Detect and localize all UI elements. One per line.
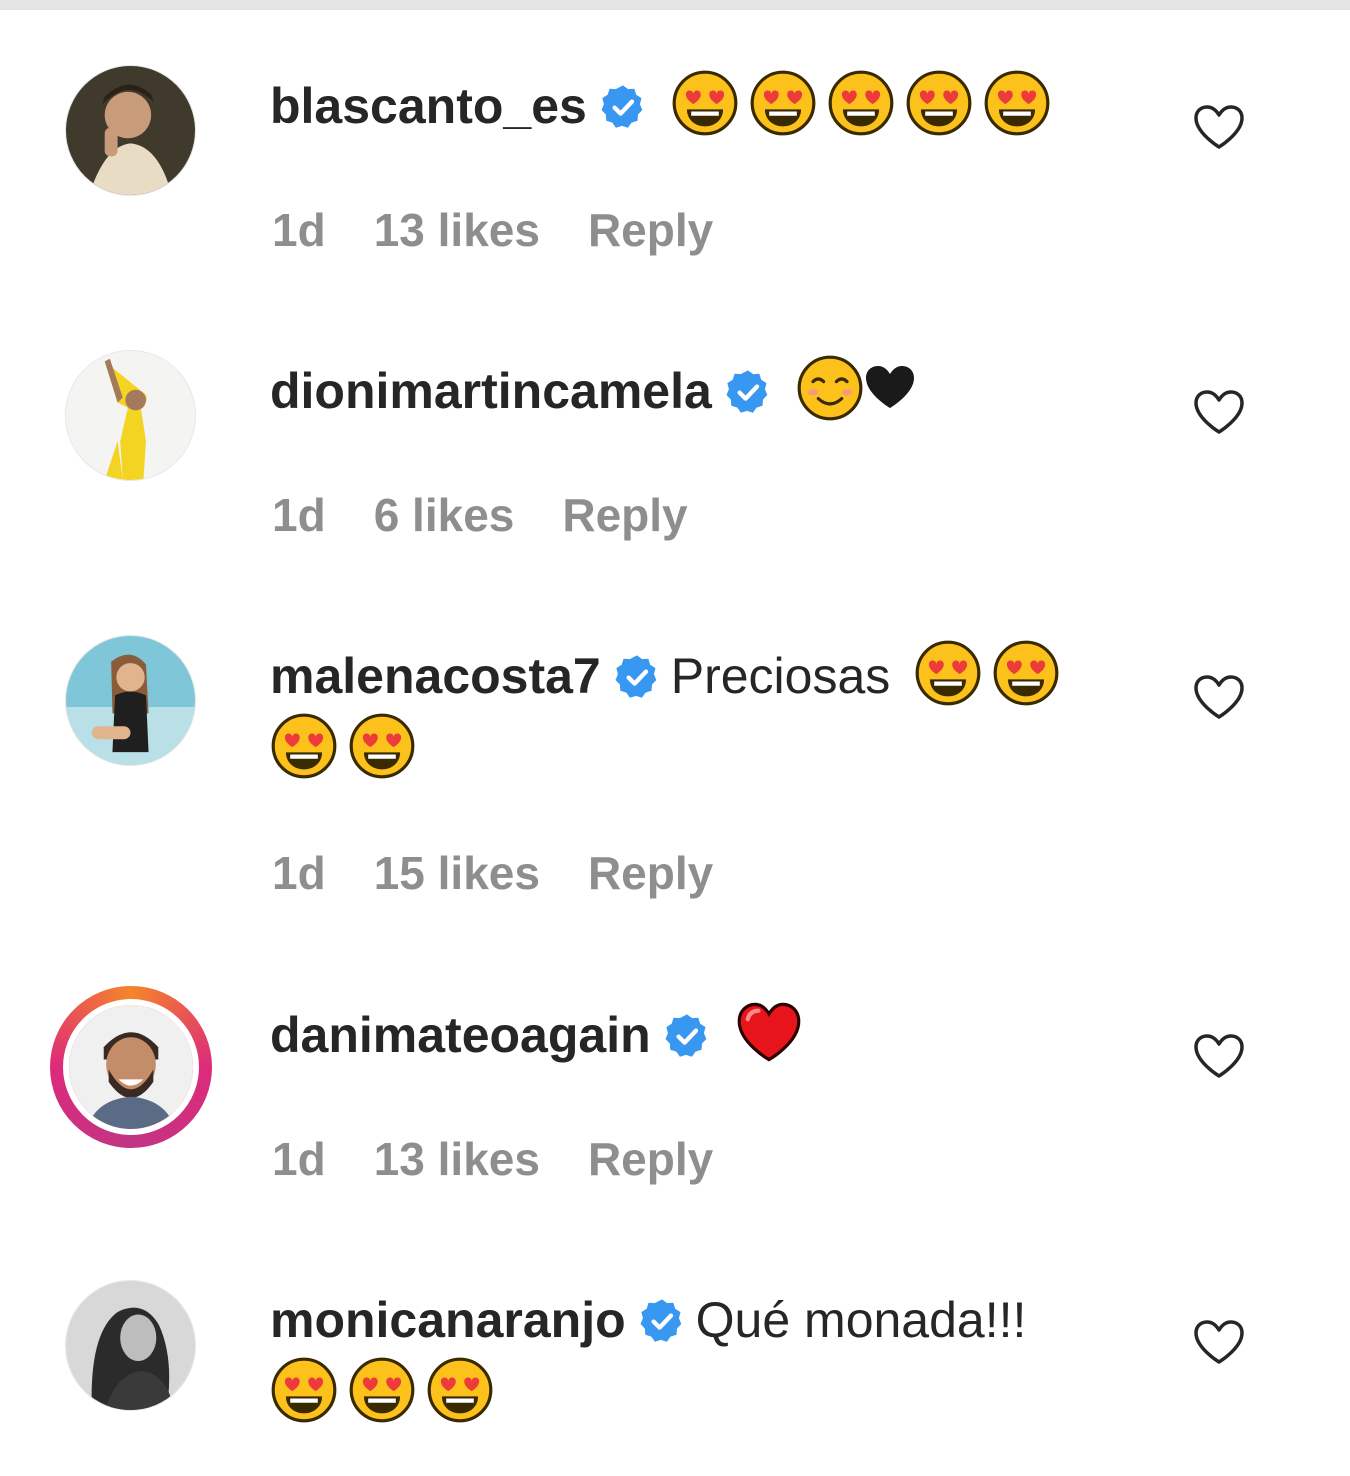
comment-likes[interactable]: 13 likes: [374, 1133, 540, 1185]
comment-meta: 1d 6 likes Reply: [272, 488, 736, 542]
reply-button[interactable]: Reply: [562, 489, 687, 541]
comment-username[interactable]: blascanto_es: [270, 78, 587, 134]
verified-badge-icon: [663, 1012, 711, 1060]
heart-eyes-emoji-icon: [983, 69, 1051, 137]
avatar[interactable]: [63, 999, 199, 1135]
avatar[interactable]: [65, 350, 196, 481]
verified-badge-icon: [724, 368, 772, 416]
heart-eyes-emoji-icon: [671, 69, 739, 137]
heart-outline-icon[interactable]: [1192, 673, 1246, 721]
comment-likes[interactable]: 13 likes: [374, 204, 540, 256]
heart-eyes-emoji-icon: [827, 69, 895, 137]
comment-username[interactable]: monicanaranjo: [270, 1292, 626, 1348]
comment-text: Qué monada!!!: [695, 1292, 1027, 1348]
comment-username[interactable]: dionimartincamela: [270, 363, 712, 419]
comment-time[interactable]: 1d: [272, 1133, 326, 1185]
avatar[interactable]: [65, 1280, 196, 1411]
verified-badge-icon: [599, 83, 647, 131]
reply-button[interactable]: Reply: [588, 847, 713, 899]
heart-outline-icon[interactable]: [1192, 103, 1246, 151]
comment-username[interactable]: malenacosta7: [270, 648, 601, 704]
heart-outline-icon[interactable]: [1192, 388, 1246, 436]
verified-badge-icon: [613, 653, 661, 701]
reply-button[interactable]: Reply: [588, 1133, 713, 1185]
heart-eyes-emoji-icon: [348, 712, 416, 780]
avatar[interactable]: [65, 635, 196, 766]
comment-meta: 1d 15 likes Reply: [272, 846, 761, 900]
story-ring[interactable]: [50, 986, 212, 1148]
avatar[interactable]: [65, 65, 196, 196]
comment-time[interactable]: 1d: [272, 204, 326, 256]
comment-time[interactable]: 1d: [272, 489, 326, 541]
comment-username[interactable]: danimateoagain: [270, 1007, 651, 1063]
top-divider: [0, 0, 1350, 10]
heart-eyes-emoji-icon: [914, 639, 982, 707]
comment-meta: 1d 13 likes Reply: [272, 203, 761, 257]
heart-eyes-emoji-icon: [426, 1356, 494, 1424]
verified-badge-icon: [638, 1297, 686, 1345]
comment-text: Preciosas: [670, 648, 891, 704]
black-heart-emoji-icon: [862, 354, 918, 422]
red-heart-emoji-icon: [735, 998, 803, 1066]
reply-button[interactable]: Reply: [588, 204, 713, 256]
heart-eyes-emoji-icon: [270, 1356, 338, 1424]
heart-eyes-emoji-icon: [270, 712, 338, 780]
heart-eyes-emoji-icon: [348, 1356, 416, 1424]
comment-meta: 1d 13 likes Reply: [272, 1132, 761, 1186]
heart-eyes-emoji-icon: [749, 69, 817, 137]
heart-eyes-emoji-icon: [905, 69, 973, 137]
comment-time[interactable]: 1d: [272, 847, 326, 899]
heart-eyes-emoji-icon: [992, 639, 1060, 707]
smiling-face-emoji-icon: [796, 354, 864, 422]
heart-outline-icon[interactable]: [1192, 1318, 1246, 1366]
comment-likes[interactable]: 15 likes: [374, 847, 540, 899]
comment-likes[interactable]: 6 likes: [374, 489, 515, 541]
heart-outline-icon[interactable]: [1192, 1032, 1246, 1080]
